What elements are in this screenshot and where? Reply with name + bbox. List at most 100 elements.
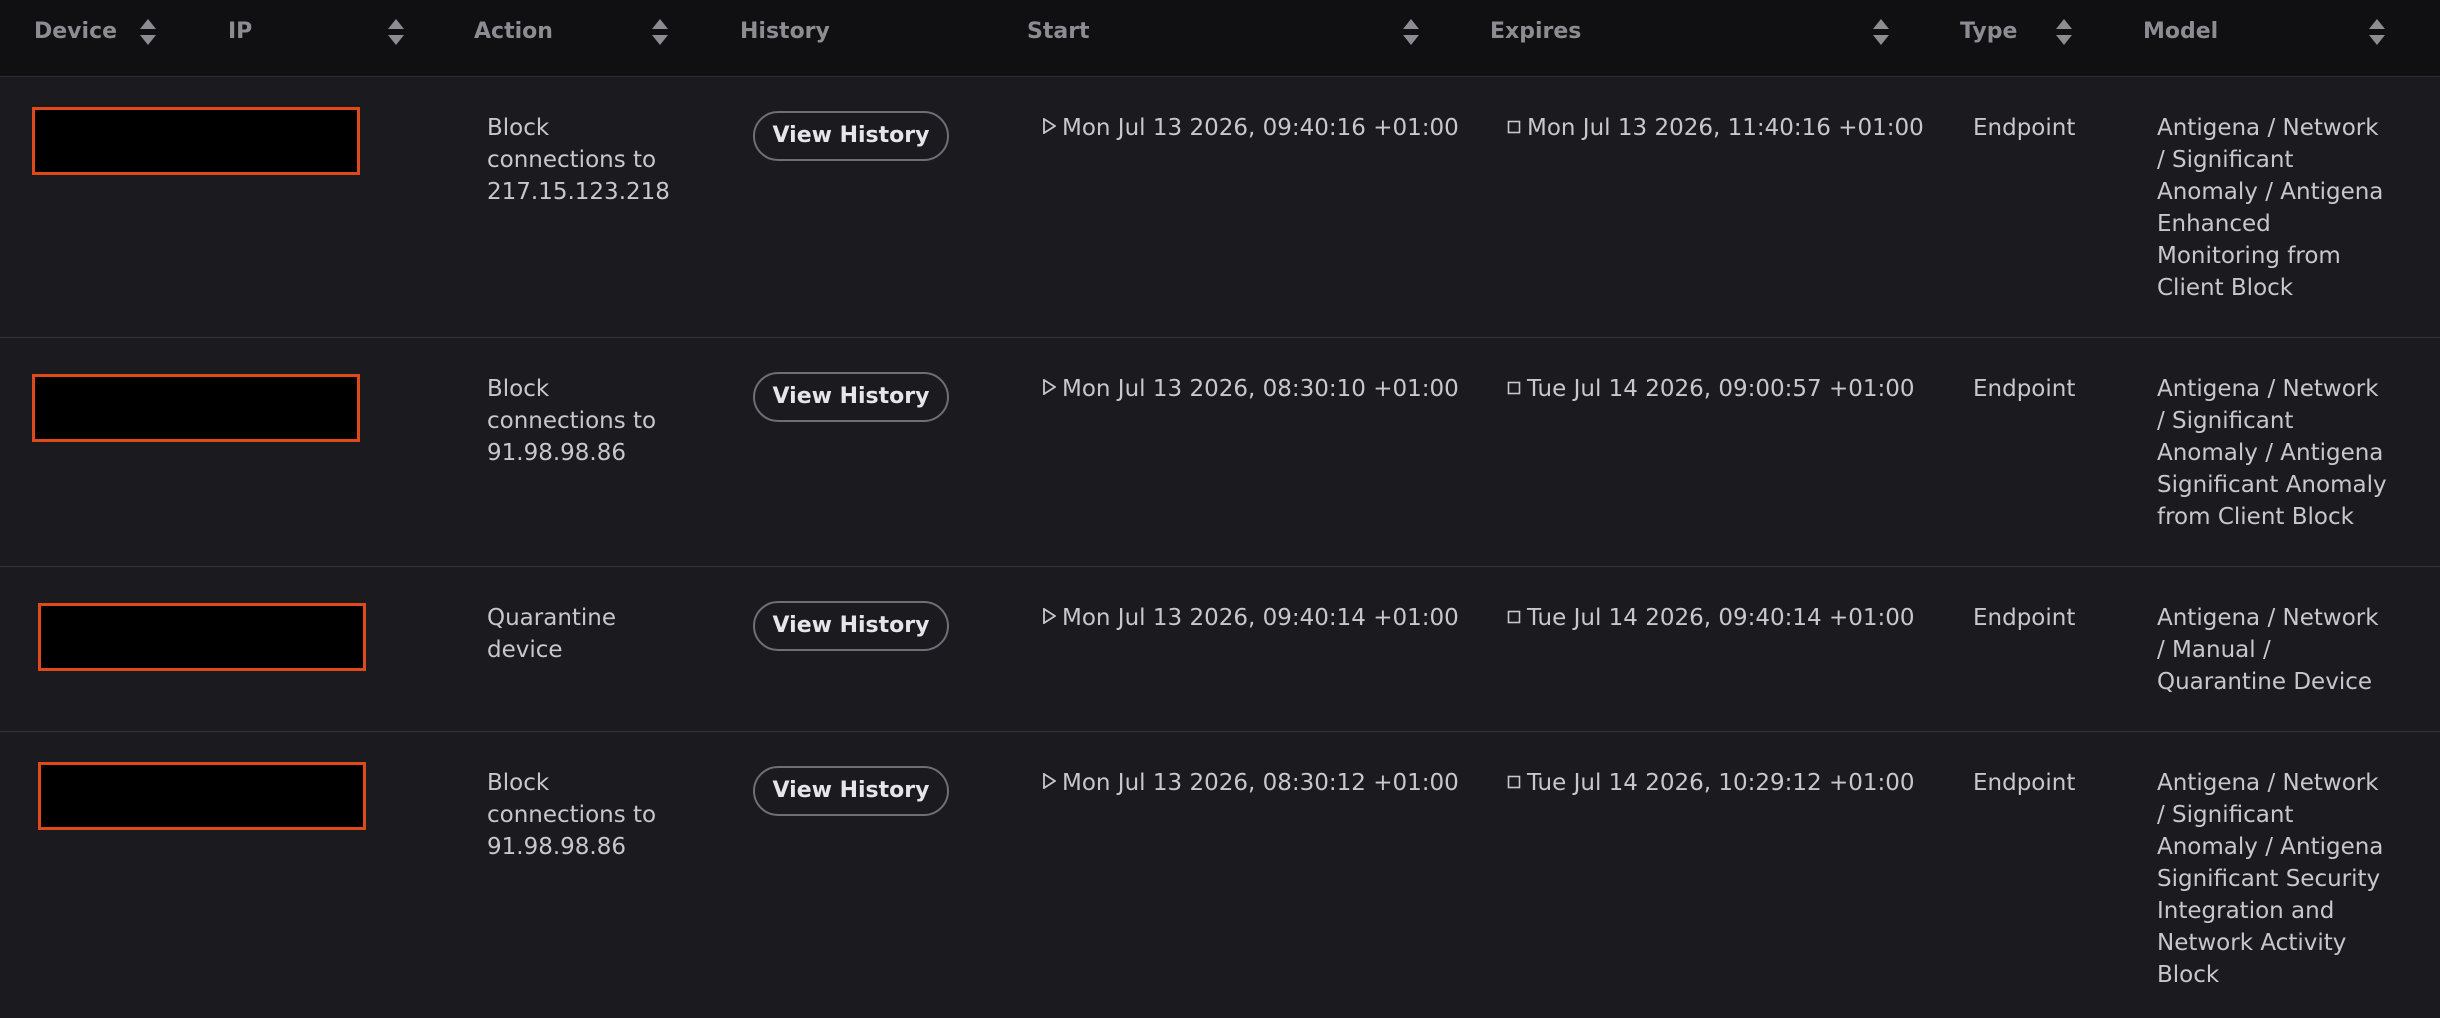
sort-icon[interactable] [651,18,669,46]
model-text: / Manual / [2157,637,2271,663]
model-cell: Antigena / Network / Significant Anomaly… [2157,112,2387,304]
table-row[interactable]: Block connections to 217.15.123.218 View… [0,77,2440,338]
action-text: 91.98.98.86 [487,834,626,860]
model-text: Monitoring from [2157,243,2341,269]
start-time-text: Mon Jul 13 2026, 09:40:16 +01:00 [1062,115,1459,141]
expires-time: Tue Jul 14 2026, 09:40:14 +01:00 [1507,602,1915,634]
model-text: Antigena / Network [2157,770,2379,796]
view-history-button[interactable]: View History [753,372,949,422]
table-header: Device IP Action History Start Expires T… [0,0,2440,77]
model-text: Antigena / Network [2157,376,2379,402]
view-history-button[interactable]: View History [753,601,949,651]
table-row[interactable]: Block connections to 91.98.98.86 View Hi… [0,338,2440,567]
column-header-label: Action [474,19,553,44]
model-text: Anomaly / Antigena [2157,440,2384,466]
action-cell: Quarantine device [487,602,657,666]
model-text: Significant Anomaly [2157,472,2387,498]
play-icon [1042,111,1057,143]
expires-time-text: Tue Jul 14 2026, 09:00:57 +01:00 [1527,376,1915,402]
model-cell: Antigena / Network / Significant Anomaly… [2157,373,2387,533]
play-icon [1042,766,1057,798]
column-header-model[interactable]: Model [2143,0,2218,64]
antigena-actions-table: Device IP Action History Start Expires T… [0,0,2440,1018]
expires-time: Tue Jul 14 2026, 09:00:57 +01:00 [1507,373,1915,405]
column-header-label: History [740,19,830,44]
sort-icon[interactable] [1872,18,1890,46]
column-header-label: Start [1027,19,1090,44]
stop-icon [1507,372,1521,404]
model-text: / Significant [2157,408,2294,434]
type-cell: Endpoint [1973,376,2076,402]
expires-time: Mon Jul 13 2026, 11:40:16 +01:00 [1507,112,1924,144]
model-text: from Client Block [2157,504,2354,530]
model-text: / Significant [2157,802,2294,828]
column-header-history: History [740,0,830,64]
sort-icon[interactable] [387,18,405,46]
redacted-device-name [38,762,366,830]
model-text: Quarantine Device [2157,669,2373,695]
view-history-button[interactable]: View History [753,766,949,816]
action-text: Quarantine [487,605,617,631]
column-header-label: Device [34,19,118,44]
action-cell: Block connections to 217.15.123.218 [487,112,670,208]
type-cell: Endpoint [1973,115,2076,141]
action-text: connections to [487,408,657,434]
table-row[interactable]: Quarantine device View History Mon Jul 1… [0,567,2440,732]
start-time: Mon Jul 13 2026, 09:40:16 +01:00 [1042,112,1459,144]
action-text: 217.15.123.218 [487,179,670,205]
column-header-ip[interactable]: IP [228,0,252,64]
stop-icon [1507,766,1521,798]
action-text: Block [487,115,550,141]
action-text: 91.98.98.86 [487,440,626,466]
redacted-device-name [32,107,360,175]
stop-icon [1507,111,1521,143]
type-cell: Endpoint [1973,770,2076,796]
column-header-action[interactable]: Action [474,0,553,64]
redacted-device-name [32,374,360,442]
sort-icon[interactable] [2368,18,2386,46]
expires-time: Tue Jul 14 2026, 10:29:12 +01:00 [1507,767,1915,799]
expires-time-text: Tue Jul 14 2026, 10:29:12 +01:00 [1527,770,1915,796]
model-text: Significant Security [2157,866,2381,892]
action-text: connections to [487,147,657,173]
model-text: Antigena / Network [2157,115,2379,141]
sort-icon[interactable] [2055,18,2073,46]
action-cell: Block connections to 91.98.98.86 [487,373,657,469]
action-text: Block [487,376,550,402]
column-header-type[interactable]: Type [1960,0,2017,64]
column-header-label: IP [228,19,253,44]
column-header-expires[interactable]: Expires [1490,0,1581,64]
model-text: Integration and [2157,898,2335,924]
start-time-text: Mon Jul 13 2026, 08:30:12 +01:00 [1062,770,1459,796]
column-header-start[interactable]: Start [1027,0,1090,64]
model-text: Block [2157,962,2220,988]
model-text: Anomaly / Antigena [2157,179,2384,205]
play-icon [1042,601,1057,633]
play-icon [1042,372,1057,404]
table-row[interactable]: Block connections to 91.98.98.86 View Hi… [0,732,2440,1018]
model-cell: Antigena / Network / Significant Anomaly… [2157,767,2387,991]
model-text: / Significant [2157,147,2294,173]
start-time-text: Mon Jul 13 2026, 08:30:10 +01:00 [1062,376,1459,402]
model-text: Client Block [2157,275,2294,301]
column-header-label: Type [1960,19,2018,44]
sort-icon[interactable] [139,18,157,46]
action-text: Block [487,770,550,796]
model-text: Antigena / Network [2157,605,2379,631]
action-text: device [487,637,563,663]
start-time-text: Mon Jul 13 2026, 09:40:14 +01:00 [1062,605,1459,631]
column-header-label: Model [2143,19,2219,44]
redacted-device-name [38,603,366,671]
start-time: Mon Jul 13 2026, 09:40:14 +01:00 [1042,602,1459,634]
model-text: Anomaly / Antigena [2157,834,2384,860]
expires-time-text: Mon Jul 13 2026, 11:40:16 +01:00 [1527,115,1924,141]
sort-icon[interactable] [1402,18,1420,46]
stop-icon [1507,601,1521,633]
column-header-device[interactable]: Device [34,0,117,64]
model-cell: Antigena / Network / Manual / Quarantine… [2157,602,2387,698]
column-header-label: Expires [1490,19,1582,44]
view-history-button[interactable]: View History [753,111,949,161]
expires-time-text: Tue Jul 14 2026, 09:40:14 +01:00 [1527,605,1915,631]
action-text: connections to [487,802,657,828]
start-time: Mon Jul 13 2026, 08:30:12 +01:00 [1042,767,1459,799]
